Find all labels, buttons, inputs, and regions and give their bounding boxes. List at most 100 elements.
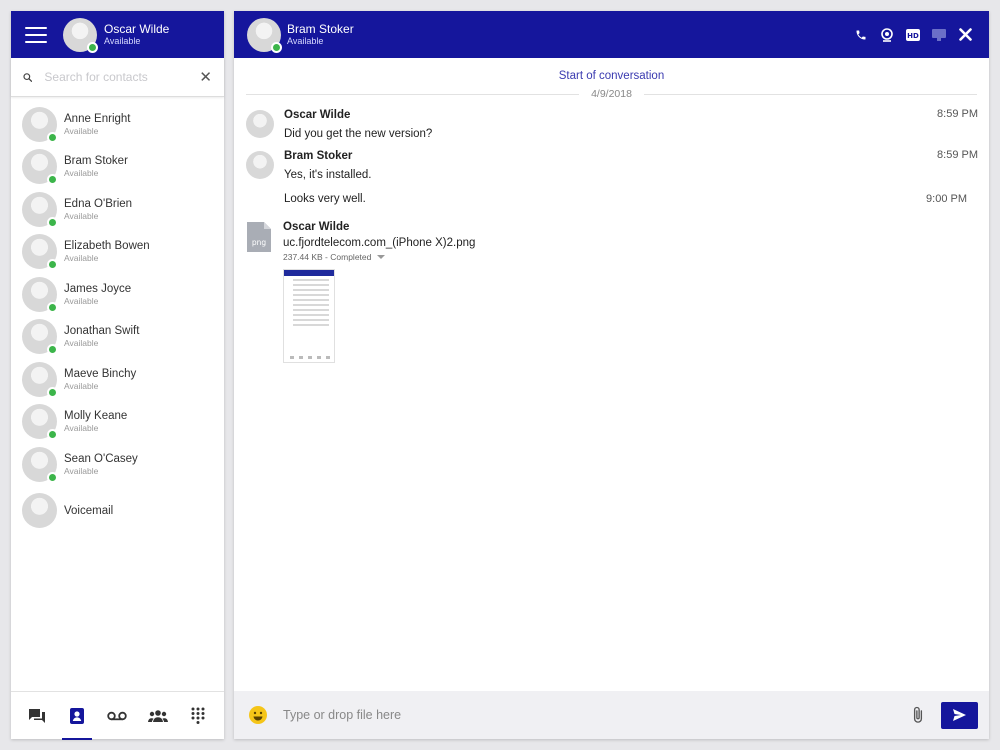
svg-text:png: png [252, 238, 267, 247]
contact-name: Anne Enright [64, 112, 131, 125]
chat-contact-name: Bram Stoker [287, 22, 354, 36]
svg-text:HD: HD [907, 32, 919, 40]
my-identity: Oscar Wilde Available [104, 22, 169, 47]
chat-header: Bram Stoker Available HD [234, 11, 989, 58]
user-header: Oscar Wilde Available [11, 11, 224, 58]
contact-status: Available [64, 125, 99, 136]
avatar [22, 361, 58, 398]
screen-share-icon[interactable] [931, 27, 947, 43]
presence-dot [47, 471, 58, 483]
contact-name: Molly Keane [64, 410, 128, 423]
avatar [22, 234, 58, 271]
presence-dot [47, 429, 58, 441]
message-sender: Bram Stoker [284, 150, 353, 162]
contact-name: Edna O'Brien [64, 197, 133, 210]
contact-item[interactable]: Edna O'Brien Available [11, 188, 224, 231]
send-button[interactable] [941, 701, 978, 729]
contact-name: Bram Stoker [64, 155, 128, 168]
message-text: Looks very well. [284, 193, 366, 205]
presence-dot [47, 216, 58, 228]
hd-icon[interactable]: HD [905, 27, 921, 43]
my-avatar[interactable] [63, 17, 98, 53]
clear-search-icon[interactable]: ✕ [199, 68, 212, 86]
avatar [22, 404, 58, 441]
webcam-icon[interactable] [879, 27, 895, 43]
message-composer [234, 691, 989, 739]
avatar [22, 493, 57, 528]
emoji-icon[interactable] [248, 705, 268, 725]
my-name: Oscar Wilde [104, 22, 170, 36]
contact-item-voicemail[interactable]: Voicemail [11, 486, 224, 536]
message-input[interactable] [283, 708, 909, 722]
contact-name: Maeve Binchy [64, 367, 137, 380]
contact-status: Available [64, 253, 99, 264]
avatar [246, 151, 274, 179]
file-message: png Oscar Wilde uc.fjordtelecom.com_(iPh… [234, 220, 989, 363]
tab-voicemail[interactable] [103, 700, 131, 732]
chat-icon [29, 708, 46, 723]
presence-dot [47, 131, 58, 143]
search-input[interactable] [44, 70, 200, 84]
tab-groups[interactable] [144, 700, 172, 732]
contact-item[interactable]: Maeve Binchy Available [11, 358, 224, 401]
message-time: 8:59 PM [937, 108, 978, 120]
contact-status: Available [64, 168, 99, 179]
close-icon[interactable] [957, 27, 973, 43]
contact-item[interactable]: James Joyce Available [11, 273, 224, 316]
avatar [22, 191, 58, 228]
contact-item[interactable]: Elizabeth Bowen Available [11, 231, 224, 274]
avatar [22, 319, 58, 356]
start-of-conversation-link[interactable]: Start of conversation [234, 70, 989, 82]
conversation-start: Start of conversation [234, 58, 989, 82]
message-time: 9:00 PM [926, 193, 967, 205]
presence-dot [47, 386, 58, 398]
contact-status: Available [64, 423, 99, 434]
image-thumbnail[interactable] [283, 269, 335, 363]
voicemail-icon [107, 711, 128, 720]
contact-avatar[interactable] [247, 17, 282, 53]
chat-actions: HD [853, 27, 973, 43]
chat-contact-status: Available [287, 36, 324, 46]
presence-dot [271, 41, 282, 53]
search-icon [23, 72, 33, 82]
file-size-status: 237.44 KB - Completed [283, 252, 372, 262]
contact-item[interactable]: Anne Enright Available [11, 103, 224, 146]
chat-contact-identity: Bram Stoker Available [287, 22, 354, 47]
tab-dialpad[interactable] [184, 700, 212, 732]
chat-panel: Bram Stoker Available HD Start of conver… [234, 11, 989, 739]
tab-contacts[interactable] [62, 700, 93, 740]
tab-chats[interactable] [23, 700, 51, 732]
avatar [22, 149, 58, 186]
presence-dot [87, 41, 98, 53]
contacts-panel: Oscar Wilde Available ✕ Anne EnrightAvai… [11, 11, 224, 740]
contact-status: Available [64, 465, 99, 476]
file-name-link[interactable]: uc.fjordtelecom.com_(iPhone X)2.png [283, 236, 989, 250]
presence-dot [47, 344, 58, 356]
contact-name: Voicemail [64, 504, 114, 517]
message: Oscar Wilde 8:59 PM Did you get the new … [234, 108, 989, 141]
contact-search: ✕ [11, 58, 224, 97]
avatar [246, 110, 274, 138]
date-divider: 4/9/2018 [246, 88, 977, 100]
chevron-down-icon[interactable] [377, 255, 386, 259]
groups-icon [147, 709, 168, 722]
contact-item[interactable]: Sean O'Casey Available [11, 443, 224, 486]
contact-item[interactable]: Jonathan Swift Available [11, 316, 224, 359]
conversation-date: 4/9/2018 [591, 88, 632, 100]
contact-status: Available [64, 295, 99, 306]
contact-status: Available [64, 210, 99, 221]
contact-name: Sean O'Casey [64, 452, 138, 465]
message-sender: Oscar Wilde [284, 109, 351, 121]
phone-icon[interactable] [853, 27, 869, 43]
contact-name: James Joyce [64, 282, 132, 295]
dialpad-icon [191, 707, 205, 724]
contact-list: Anne Enright Available Bram Stoker Availab… [11, 103, 224, 536]
avatar [22, 446, 58, 483]
paperclip-icon[interactable] [909, 706, 927, 724]
message-text: Did you get the new version? [284, 128, 433, 140]
contact-item[interactable]: Bram Stoker Available [11, 146, 224, 189]
message-sender: Oscar Wilde [283, 221, 350, 233]
menu-icon[interactable] [25, 26, 47, 43]
avatar [22, 276, 58, 313]
contact-item[interactable]: Molly Keane Available [11, 401, 224, 444]
